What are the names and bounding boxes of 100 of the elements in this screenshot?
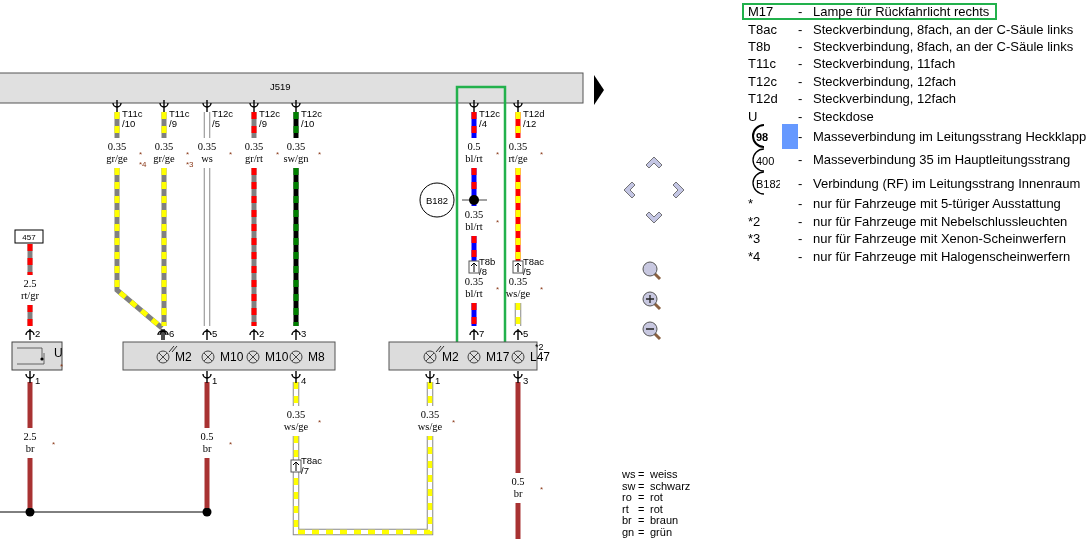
color-key-code: gn [622,526,636,538]
legend-dash: - [798,73,804,89]
footnote-mark: * [540,485,544,494]
wire [204,382,210,428]
footnote-mark: * [276,150,280,159]
connector-label: T12d [523,108,545,119]
color-key-name: braun [650,515,679,527]
wire [27,305,33,326]
socket-label: U [54,346,63,360]
wire-color-code: br [513,488,523,499]
wire [293,112,299,138]
legend-description: nur für Fahrzeuge mit Nebelschlussleuchten [813,213,1068,229]
legend-dash: - [798,196,804,212]
legend-dash: - [798,56,804,72]
footnote-mark: * [52,440,56,449]
flash-icon [168,345,178,353]
equals-sign: = [638,480,646,492]
wire [514,303,522,326]
zoom-button[interactable] [641,260,663,282]
wire [114,112,120,138]
pin-icon [25,328,35,341]
wire-color-code: bl/rt [465,288,483,299]
triangle-marker-icon [594,75,604,105]
wire-color-code: gr/rt [244,153,264,164]
legend-code: * [748,196,754,212]
lamp-label: L47 [530,350,551,364]
connector-pin-icon [291,370,301,384]
wire-color-code: bl/rt [465,153,483,164]
wire-size: 2.5 [23,278,37,289]
wire [471,112,477,138]
legend-code: T12d [748,91,778,107]
wire-size: 0.5 [200,431,214,442]
legend-code: *4 [748,248,761,264]
splice-label: B182 [425,195,449,206]
lamp-icon [156,350,170,364]
zoom-in-icon [641,290,663,312]
legend-dash: - [798,213,804,229]
equals-sign: = [638,515,646,527]
pin-number: 3 [523,375,529,386]
legend-description: Steckverbindung, 12fach [813,73,957,89]
wire-size: 0.35 [508,141,528,152]
color-key-name: weiss [650,469,678,481]
pin-number: 5 [212,328,218,339]
legend-dash: - [798,176,804,191]
wire-color-code: rt/gr [20,290,40,301]
wire-color-code: ws/ge [417,421,443,432]
legend-description: nur für Fahrzeuge mit 5-türiger Ausstattung [813,196,1061,212]
wire-color-code: ws/ge [505,288,531,299]
wire [203,112,211,138]
footnote-mark: * [496,150,500,159]
equals-sign: = [638,492,646,504]
legend-description: Masseverbindung im Leitungsstrang Heckklapp [813,129,1087,144]
wire-color-code: gr/ge [153,153,175,164]
pin-number: 5 [523,328,529,339]
inline-connector-icon [512,260,524,274]
wire [471,303,477,326]
symbol-number: 98 [756,131,769,144]
connector-pin-label: /9 [169,118,177,129]
connector-pin-label: /7 [301,465,309,476]
wire [515,503,521,539]
color-key-code: ro [622,492,633,504]
legend-description: Masseverbindung 35 im Hauptleitungsstrang [813,152,1071,168]
connector-label: T12c [479,108,501,119]
legend-description: Steckverbindung, 8fach, an der C-Säule links [813,39,1074,54]
connector-pin-icon [469,99,479,113]
footnote-mark: * [229,150,233,159]
legend-code: T11c [748,56,776,72]
lamp-label: M17 [486,350,510,364]
search-icon [641,260,663,282]
color-key-name: grün [650,526,673,538]
connector-label: T12c [301,108,323,119]
footnote-mark: * [186,150,190,159]
zoom-in-button[interactable] [641,290,663,312]
wire-size: 0.35 [464,209,484,220]
lamp-label: M10 [265,350,289,364]
legend-code: T12c [748,73,777,89]
wire [426,382,434,406]
wire-size: 0.35 [197,141,217,152]
legend-description: nur für Fahrzeuge mit Halogenscheinwerfern [813,248,1071,264]
wire-size: 0.35 [107,141,127,152]
zoom-out-button[interactable] [641,320,663,342]
wire-size: 0.35 [420,409,440,420]
footnote-mark: *4 [139,160,147,169]
connector-pin-icon [513,370,523,384]
connector-pin-label: /10 [122,118,136,129]
lamp-label: M2 [442,350,459,364]
legend-dash: - [798,108,804,124]
wire-size: 0.35 [154,141,174,152]
legend-dash: - [798,21,804,37]
connector-pin-icon [202,370,212,384]
wire-size: 0.35 [508,276,528,287]
wire-color-code: bl/rt [465,221,483,232]
wire [251,112,257,138]
wire [204,458,210,508]
legend-code: M17 [748,4,774,20]
connector-pin-label: /12 [523,118,537,129]
color-key-name: rot [650,492,663,504]
wire [27,382,33,428]
footnote-mark: * [229,440,233,449]
wire-color-code: br [202,443,212,454]
